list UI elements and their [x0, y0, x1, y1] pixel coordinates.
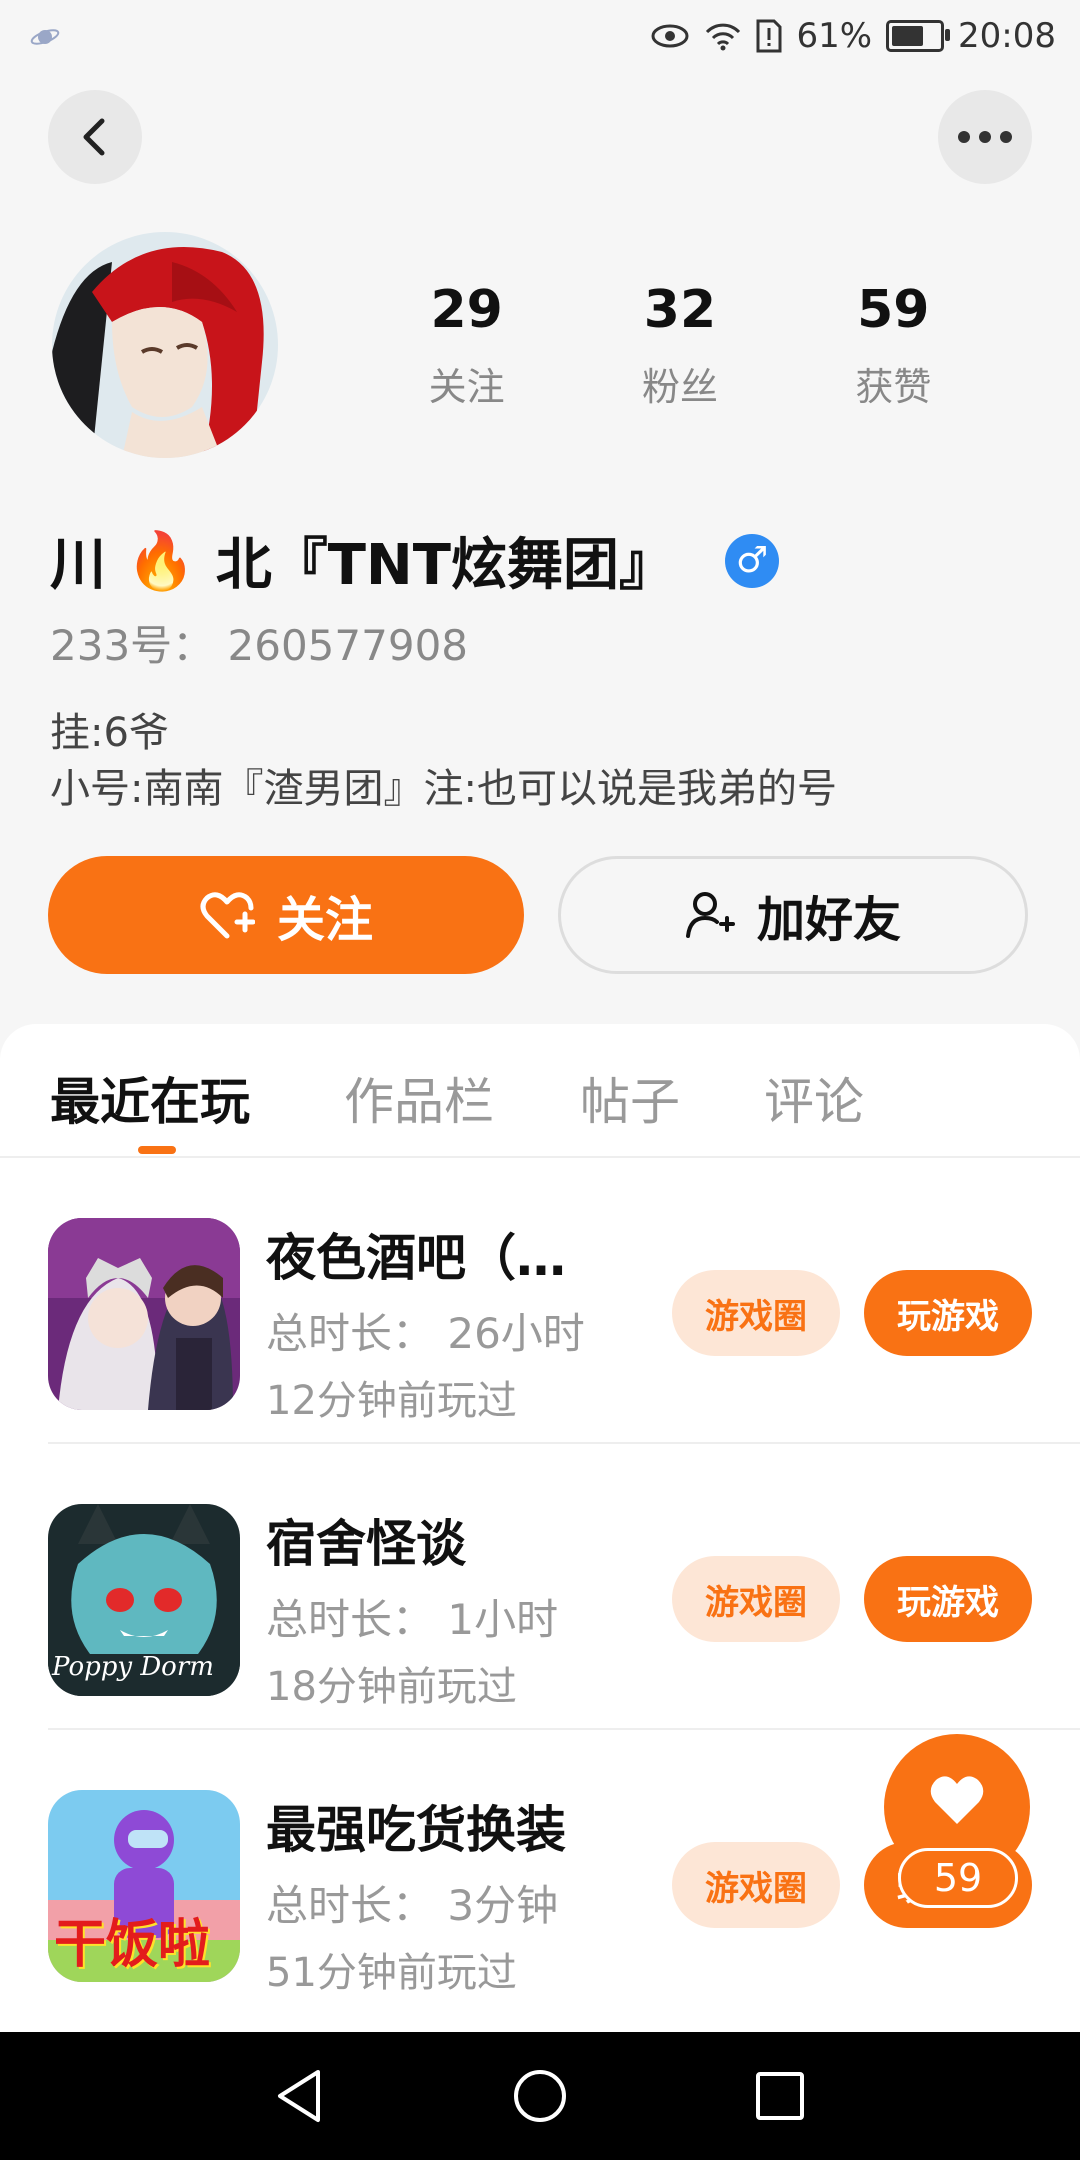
nickname-part2: 北『TNT炫舞团』: [215, 533, 675, 598]
game-icon-text: 干饭啦: [54, 1915, 211, 1975]
play-game-button[interactable]: 玩游戏: [864, 1270, 1032, 1356]
tab-recently-played[interactable]: 最近在玩: [50, 1062, 250, 1134]
game-circle-button[interactable]: 游戏圈: [672, 1556, 840, 1642]
chevron-left-icon: [83, 118, 105, 156]
nav-recents-icon[interactable]: [750, 2066, 810, 2126]
game-row[interactable]: Poppy Dorm 宿舍怪谈 总时长： 1小时 18分钟前玩过 游戏圈 玩游戏: [48, 1444, 1080, 1730]
avatar[interactable]: [52, 232, 278, 458]
game-icon-foodie-dressup[interactable]: 干饭啦: [48, 1790, 240, 1982]
profile-stats: 29 关注 32 粉丝 59 获赞: [360, 280, 1000, 411]
stat-following[interactable]: 29 关注: [360, 280, 573, 411]
game-icon-night-bar[interactable]: [48, 1218, 240, 1410]
nav-back-icon[interactable]: [270, 2066, 330, 2126]
more-dots-icon: [958, 131, 1012, 143]
tab-comments[interactable]: 评论: [764, 1062, 864, 1134]
more-button[interactable]: [938, 90, 1032, 184]
likes-count: 59: [857, 280, 930, 340]
eye-icon: [651, 24, 689, 48]
game-last-played: 18分钟前玩过: [266, 1664, 517, 1710]
following-label: 关注: [428, 365, 505, 409]
follow-button[interactable]: 关注: [48, 856, 524, 974]
fire-emoji: 🔥: [126, 528, 196, 594]
tab-posts[interactable]: 帖子: [580, 1062, 680, 1134]
stat-likes[interactable]: 59 获赞: [787, 280, 1000, 411]
follow-label: 关注: [276, 892, 373, 948]
game-last-played: 12分钟前玩过: [266, 1378, 517, 1424]
stat-fans[interactable]: 32 粉丝: [573, 280, 786, 411]
like-count: 59: [898, 1848, 1018, 1908]
game-last-played: 51分钟前玩过: [266, 1950, 517, 1996]
status-bar: 61% 20:08: [0, 0, 1080, 72]
add-friend-button[interactable]: 加好友: [558, 856, 1028, 974]
game-circle-button[interactable]: 游戏圈: [672, 1270, 840, 1356]
sim-alert-icon: [756, 19, 782, 53]
battery-percent: 61%: [796, 16, 873, 56]
likes-label: 获赞: [855, 365, 932, 409]
game-row[interactable]: 夜色酒吧（… 总时长： 26小时 12分钟前玩过 游戏圈 玩游戏: [48, 1158, 1080, 1444]
add-user-icon: [685, 892, 735, 938]
wifi-icon: [706, 23, 741, 51]
game-circle-button[interactable]: 游戏圈: [672, 1842, 840, 1928]
planet-icon: [30, 29, 60, 45]
tab-indicator: [138, 1146, 176, 1154]
tab-works[interactable]: 作品栏: [344, 1062, 494, 1134]
bio-line-2: 小号:南南『渣男团』注:也可以说是我弟的号: [50, 766, 837, 812]
heart-icon: [930, 1776, 984, 1824]
user-id[interactable]: 233号： 260577908: [50, 612, 468, 673]
gender-symbol: ♂: [735, 539, 769, 581]
nickname-part1: 川: [50, 533, 106, 598]
game-icon-dorm-horror[interactable]: Poppy Dorm: [48, 1504, 240, 1696]
heart-plus-icon: [200, 892, 255, 939]
add-friend-label: 加好友: [756, 892, 901, 948]
clock: 20:08: [958, 16, 1056, 56]
game-duration: 总时长： 3分钟: [266, 1881, 559, 1930]
avatar-image: [52, 232, 278, 458]
game-title: 最强吃货换装: [266, 1801, 566, 1859]
battery-icon: [886, 20, 951, 52]
nickname: 川 🔥 北『TNT炫舞团』 ♂: [50, 520, 779, 601]
following-count: 29: [430, 280, 503, 340]
game-title: 宿舍怪谈: [266, 1515, 466, 1573]
nav-home-icon[interactable]: [510, 2066, 570, 2126]
bio-line-1: 挂:6爷: [50, 710, 169, 756]
game-title: 夜色酒吧（…: [266, 1229, 566, 1287]
tab-bar: 最近在玩 作品栏 帖子 评论: [0, 1024, 1080, 1158]
play-game-button[interactable]: 玩游戏: [864, 1556, 1032, 1642]
fans-count: 32: [643, 280, 717, 340]
gender-male-icon: ♂: [725, 533, 779, 588]
back-button[interactable]: [48, 90, 142, 184]
game-duration: 总时长： 1小时: [266, 1595, 559, 1644]
fans-label: 粉丝: [641, 365, 718, 409]
system-nav-bar: [0, 2032, 1080, 2160]
game-duration: 总时长： 26小时: [266, 1309, 585, 1358]
game-icon-text: Poppy Dorm: [52, 1652, 214, 1682]
